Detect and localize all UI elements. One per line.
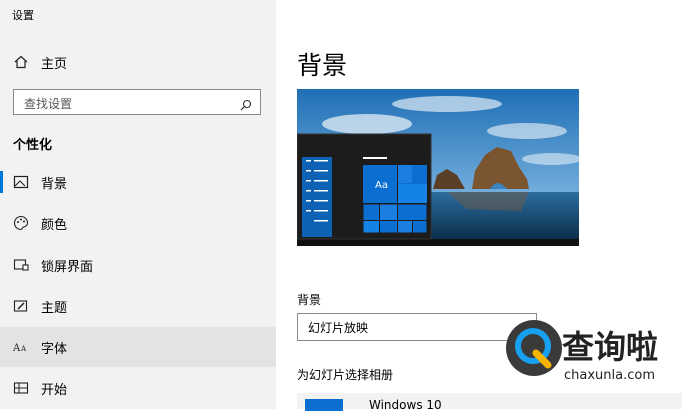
start-icon	[13, 380, 29, 396]
sidebar-item-fonts[interactable]: AA 字体	[0, 327, 276, 367]
watermark-title: 查询啦	[562, 328, 659, 366]
sidebar-item-label: 字体	[41, 341, 68, 357]
sidebar-item-label: 锁屏界面	[41, 259, 94, 275]
main-panel: 背景 Aa 背景 幻灯片放映 为幻灯片选择相册 Windows 10 查询啦 c…	[276, 0, 682, 412]
page-title: 背景	[297, 51, 348, 80]
image-icon	[13, 174, 29, 190]
font-icon: AA	[12, 339, 29, 355]
sidebar-item-colors[interactable]: 颜色	[0, 203, 276, 243]
album-item[interactable]: Windows 10	[297, 393, 682, 412]
palette-icon	[13, 215, 29, 231]
wallpaper-image: Aa	[297, 89, 579, 246]
sidebar-item-label: 主题	[41, 300, 68, 316]
search-icon[interactable]	[240, 96, 252, 111]
search-input[interactable]: 查找设置	[13, 89, 261, 115]
sidebar-item-label: 主页	[41, 56, 68, 72]
watermark-url: chaxunla.com	[564, 368, 655, 383]
watermark-logo-icon	[506, 320, 562, 376]
preview-tile-label: Aa	[375, 180, 388, 191]
watermark: 查询啦 chaxunla.com	[506, 320, 682, 390]
album-name: Windows 10	[369, 398, 442, 412]
dropdown-value: 幻灯片放映	[308, 321, 369, 335]
svg-text:A: A	[20, 345, 27, 353]
sidebar-item-label: 背景	[41, 176, 68, 192]
sidebar-item-themes[interactable]: 主题	[0, 286, 276, 326]
section-title: 个性化	[13, 138, 53, 153]
album-label: 为幻灯片选择相册	[297, 368, 394, 382]
album-thumbnail	[305, 399, 343, 411]
window-title: 设置	[12, 9, 34, 22]
sidebar-item-home[interactable]: 主页	[0, 42, 276, 82]
background-preview: Aa	[297, 89, 579, 246]
theme-icon	[13, 298, 29, 314]
lock-screen-icon	[13, 257, 29, 273]
sidebar-item-background[interactable]: 背景	[0, 162, 276, 202]
home-icon	[13, 54, 29, 70]
svg-text:A: A	[13, 343, 21, 354]
sidebar: 设置 主页 查找设置 个性化 背景 颜色 锁屏界面 主题 A A 字体 开始	[0, 0, 276, 409]
sidebar-item-start[interactable]: 开始	[0, 368, 276, 408]
background-type-dropdown[interactable]: 幻灯片放映	[297, 313, 537, 341]
sidebar-item-label: 颜色	[41, 217, 68, 233]
sidebar-item-lock-screen[interactable]: 锁屏界面	[0, 245, 276, 285]
background-label: 背景	[297, 293, 322, 307]
search-placeholder: 查找设置	[24, 97, 73, 111]
sidebar-item-label: 开始	[41, 382, 68, 398]
